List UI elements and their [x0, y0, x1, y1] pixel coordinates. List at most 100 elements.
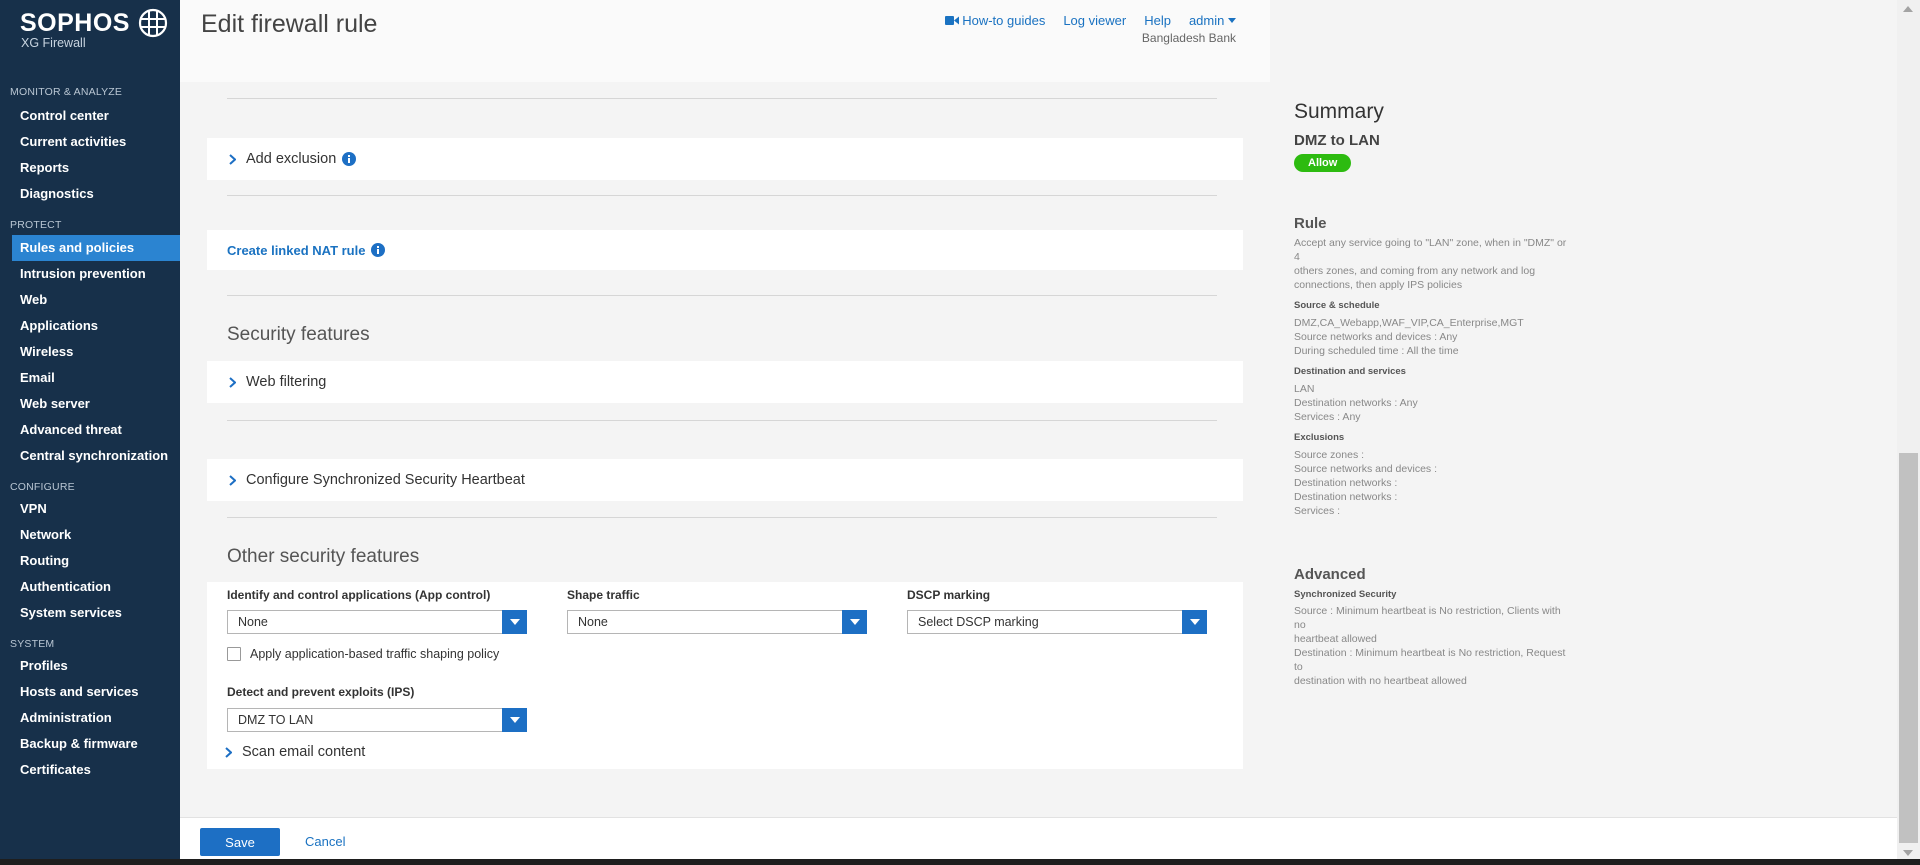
- ips-value: DMZ TO LAN: [238, 713, 314, 727]
- user-menu[interactable]: admin: [1189, 13, 1236, 28]
- sophos-logo[interactable]: SOPHOS XG Firewall: [0, 0, 180, 62]
- sidebar-item-applications[interactable]: Applications: [0, 313, 180, 339]
- log-viewer-link[interactable]: Log viewer: [1063, 13, 1126, 28]
- app-shaping-label: Apply application-based traffic shaping …: [250, 647, 500, 661]
- scroll-down-arrow[interactable]: [1903, 850, 1913, 856]
- ips-select[interactable]: DMZ TO LAN: [227, 708, 527, 732]
- divider: [227, 295, 1217, 296]
- sidebar-item-web-server[interactable]: Web server: [0, 391, 180, 417]
- sidebar-item-network[interactable]: Network: [0, 522, 180, 548]
- summary-text-line: Source zones :: [1294, 449, 1365, 461]
- dscp-marking-value: Select DSCP marking: [918, 615, 1039, 629]
- dscp-marking-select[interactable]: Select DSCP marking: [907, 610, 1207, 634]
- other-security-features-title: Other security features: [227, 546, 420, 567]
- divider: [227, 195, 1217, 196]
- summary-text-line: Destination networks :: [1294, 491, 1398, 503]
- sidebar-item-wireless[interactable]: Wireless: [0, 339, 180, 365]
- main-content: Add exclusion Create linked NAT rule Sec…: [180, 82, 1270, 817]
- caret-down-icon: [509, 717, 520, 723]
- dropdown-arrow[interactable]: [502, 708, 527, 732]
- brand-name: SOPHOS: [20, 8, 130, 37]
- sidebar: SOPHOS XG Firewall MONITOR & ANALYZE Con…: [0, 0, 180, 865]
- sidebar-item-reports[interactable]: Reports: [0, 155, 180, 181]
- summary-advanced-heading: Advanced: [1294, 566, 1366, 583]
- how-to-guides-label: How-to guides: [962, 13, 1046, 28]
- caret-down-icon: [1189, 619, 1200, 625]
- summary-text-line: others zones, and coming from any networ…: [1294, 265, 1536, 277]
- summary-text-line: Accept any service going to "LAN" zone, …: [1294, 237, 1567, 263]
- cancel-button[interactable]: Cancel: [305, 834, 345, 849]
- divider: [227, 420, 1217, 421]
- sidebar-item-intrusion-prevention[interactable]: Intrusion prevention: [0, 261, 180, 287]
- dscp-marking-label: DSCP marking: [907, 588, 991, 602]
- sidebar-item-backup-firmware[interactable]: Backup & firmware: [0, 731, 180, 757]
- nat-rule-card: Create linked NAT rule: [207, 230, 1243, 270]
- scan-email-toggle[interactable]: Scan email content: [207, 740, 365, 764]
- app-shaping-checkbox[interactable]: [227, 647, 241, 661]
- divider: [227, 98, 1217, 99]
- sidebar-item-control-center[interactable]: Control center: [0, 103, 180, 129]
- summary-destination-heading: Destination and services: [1294, 366, 1406, 377]
- sidebar-item-authentication[interactable]: Authentication: [0, 574, 180, 600]
- summary-rule-desc: Accept any service going to "LAN" zone, …: [1294, 236, 1574, 292]
- user-menu-label: admin: [1188, 13, 1225, 28]
- sidebar-item-email[interactable]: Email: [0, 365, 180, 391]
- other-features-card: Identify and control applications (App c…: [207, 582, 1243, 769]
- create-linked-nat-rule-link[interactable]: Create linked NAT rule: [227, 243, 365, 258]
- app-control-select[interactable]: None: [227, 610, 527, 634]
- summary-sync-lines: Source : Minimum heartbeat is No restric…: [1294, 604, 1574, 688]
- product-name: XG Firewall: [21, 36, 86, 50]
- info-icon[interactable]: [371, 243, 386, 257]
- sidebar-item-hosts-and-services[interactable]: Hosts and services: [0, 679, 180, 705]
- summary-text-line: Destination : Minimum heartbeat is No re…: [1294, 647, 1566, 673]
- shape-traffic-value: None: [578, 615, 608, 629]
- info-icon[interactable]: [342, 152, 357, 166]
- help-link[interactable]: Help: [1144, 13, 1171, 28]
- summary-text-line: connections, then apply IPS policies: [1294, 279, 1463, 291]
- summary-text-line: destination with no heartbeat allowed: [1294, 675, 1467, 687]
- sidebar-item-vpn[interactable]: VPN: [0, 496, 180, 522]
- app-control-label: Identify and control applications (App c…: [227, 588, 491, 602]
- form-footer: Save Cancel: [180, 817, 1897, 859]
- web-filtering-toggle[interactable]: Web filtering: [207, 361, 1243, 403]
- page-scrollbar[interactable]: [1897, 0, 1920, 865]
- allow-badge: Allow: [1294, 154, 1352, 172]
- organization-name: Bangladesh Bank: [1141, 31, 1236, 45]
- shape-traffic-select[interactable]: None: [567, 610, 867, 634]
- nav-section-protect: PROTECT: [10, 219, 62, 231]
- sidebar-item-certificates[interactable]: Certificates: [0, 757, 180, 783]
- sidebar-item-administration[interactable]: Administration: [0, 705, 180, 731]
- divider: [227, 517, 1217, 518]
- dropdown-arrow[interactable]: [502, 610, 527, 634]
- save-button[interactable]: Save: [200, 828, 280, 856]
- add-exclusion-toggle[interactable]: Add exclusion: [207, 138, 1243, 180]
- summary-title: Summary: [1294, 100, 1384, 123]
- app-shaping-checkbox-row[interactable]: Apply application-based traffic shaping …: [227, 647, 499, 661]
- nav-section-system: SYSTEM: [10, 638, 55, 650]
- sidebar-item-routing[interactable]: Routing: [0, 548, 180, 574]
- sidebar-item-system-services[interactable]: System services: [0, 600, 180, 626]
- app-control-value: None: [238, 615, 268, 629]
- shape-traffic-label: Shape traffic: [567, 588, 640, 602]
- summary-text-line: DMZ,CA_Webapp,WAF_VIP,CA_Enterprise,MGT: [1294, 317, 1524, 329]
- heartbeat-toggle[interactable]: Configure Synchronized Security Heartbea…: [207, 459, 1243, 501]
- scroll-up-arrow[interactable]: [1903, 6, 1913, 12]
- sidebar-item-current-activities[interactable]: Current activities: [0, 129, 180, 155]
- sidebar-item-web[interactable]: Web: [0, 287, 180, 313]
- summary-source-lines: DMZ,CA_Webapp,WAF_VIP,CA_Enterprise,MGT …: [1294, 316, 1574, 358]
- create-nat-rule-row: Create linked NAT rule: [207, 230, 1243, 270]
- sidebar-item-rules-and-policies[interactable]: Rules and policies: [12, 235, 180, 261]
- ips-label: Detect and prevent exploits (IPS): [227, 685, 415, 699]
- sidebar-item-profiles[interactable]: Profiles: [0, 653, 180, 679]
- dropdown-arrow[interactable]: [842, 610, 867, 634]
- taskbar-strip: [0, 859, 1920, 865]
- sidebar-item-advanced-threat[interactable]: Advanced threat: [0, 417, 180, 443]
- heartbeat-label: Configure Synchronized Security Heartbea…: [246, 472, 525, 488]
- summary-exclusions-lines: Source zones : Source networks and devic…: [1294, 448, 1574, 518]
- sidebar-item-central-synchronization[interactable]: Central synchronization: [0, 443, 180, 469]
- how-to-guides-link[interactable]: How-to guides: [945, 13, 1045, 28]
- scroll-thumb[interactable]: [1899, 453, 1918, 843]
- sidebar-item-diagnostics[interactable]: Diagnostics: [0, 181, 180, 207]
- summary-text-line: Source networks and devices : Any: [1294, 331, 1458, 343]
- dropdown-arrow[interactable]: [1182, 610, 1207, 634]
